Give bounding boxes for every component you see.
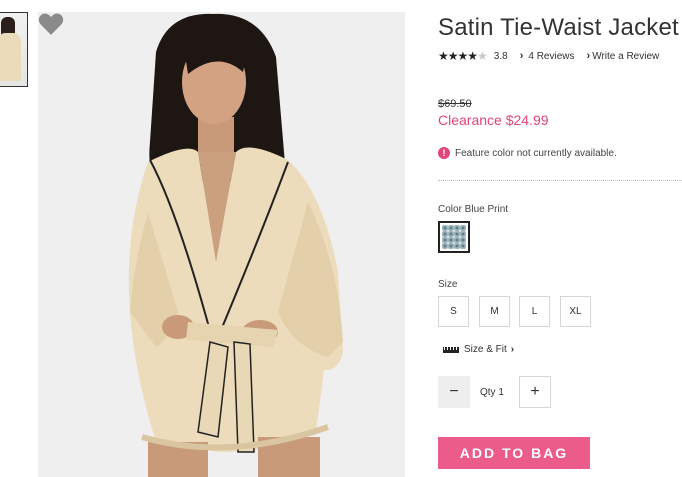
- rating-value: 3.8: [493, 50, 508, 62]
- alert-circle-icon: !: [438, 147, 450, 159]
- size-label: Size: [438, 279, 458, 290]
- product-main-image: [38, 12, 405, 477]
- clearance-price: Clearance $24.99: [438, 112, 549, 128]
- thumbnail-robe: [0, 33, 21, 81]
- write-review-link[interactable]: Write a Review: [592, 51, 659, 62]
- star-rating: ★★★★★: [438, 49, 488, 63]
- size-option-l[interactable]: L: [519, 296, 550, 327]
- section-divider: [438, 180, 682, 181]
- minus-icon[interactable]: −: [438, 376, 470, 408]
- product-thumbnail[interactable]: [0, 12, 28, 87]
- add-to-bag-button[interactable]: ADD TO BAG: [438, 437, 590, 469]
- notice-text: Feature color not currently available.: [455, 147, 617, 159]
- chevron-right-icon: ›: [586, 50, 591, 62]
- rating-row: ★★★★★ 3.8 › 4 Reviews › Write a Review: [438, 49, 659, 63]
- chevron-right-icon: ›: [519, 50, 524, 62]
- heart-icon[interactable]: [38, 12, 64, 36]
- size-option-m[interactable]: M: [479, 296, 510, 327]
- size-option-s[interactable]: S: [438, 296, 469, 327]
- quantity-value: Qty 1: [480, 387, 504, 398]
- size-fit-label: Size & Fit: [464, 344, 507, 355]
- original-price: $69.50: [438, 98, 472, 110]
- swatch-pattern: [442, 225, 466, 249]
- availability-notice: ! Feature color not currently available.: [438, 147, 617, 159]
- color-label: Color Blue Print: [438, 204, 509, 215]
- chevron-right-icon: ›: [510, 344, 515, 355]
- size-fit-link[interactable]: Size & Fit ›: [443, 344, 514, 355]
- model-illustration: [38, 12, 405, 477]
- reviews-link[interactable]: 4 Reviews: [528, 51, 574, 62]
- plus-icon[interactable]: +: [519, 376, 551, 408]
- product-title: Satin Tie-Waist Jacket: [438, 14, 679, 41]
- ruler-icon: [443, 346, 459, 353]
- size-option-xl[interactable]: XL: [560, 296, 591, 327]
- color-swatch-blue-print[interactable]: [438, 221, 470, 253]
